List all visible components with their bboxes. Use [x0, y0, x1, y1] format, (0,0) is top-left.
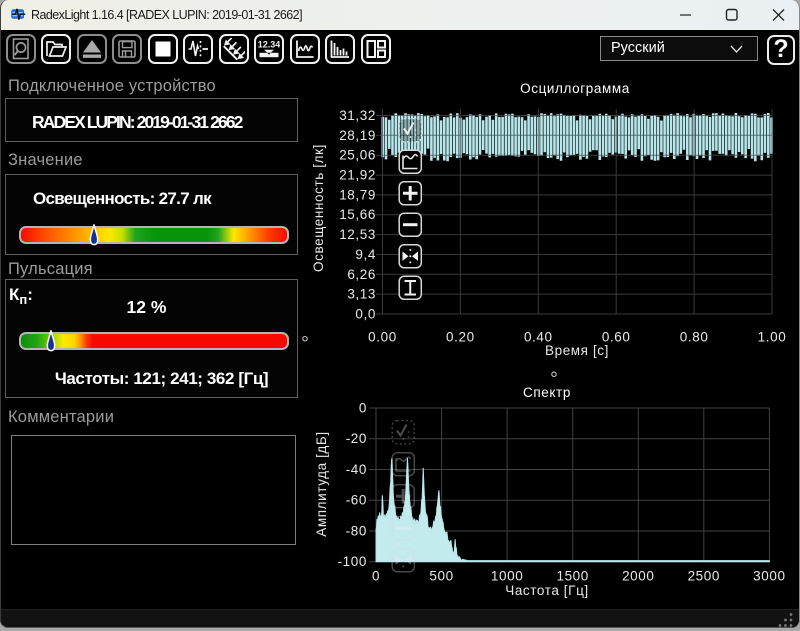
svg-text:21,92: 21,92 [339, 168, 376, 183]
svg-text:-100: -100 [338, 554, 367, 569]
svg-text:-20: -20 [346, 431, 367, 446]
svg-text:Осциллограмма: Осциллограмма [520, 81, 630, 96]
svg-text:-40: -40 [346, 462, 367, 477]
svg-text:Время [с]: Время [с] [545, 343, 609, 358]
svg-text:0,0: 0,0 [355, 307, 376, 322]
svg-text:1500: 1500 [556, 569, 588, 584]
svg-text:0.20: 0.20 [446, 330, 475, 345]
svg-text:28,19: 28,19 [339, 128, 376, 143]
svg-text:Частота [Гц]: Частота [Гц] [505, 583, 589, 598]
svg-text:31,32: 31,32 [339, 108, 376, 123]
svg-text:-60: -60 [346, 493, 367, 508]
svg-text:3,13: 3,13 [347, 287, 376, 302]
svg-text:Освещенность [лк]: Освещенность [лк] [311, 144, 326, 272]
svg-text:500: 500 [429, 569, 453, 584]
svg-text:6,26: 6,26 [347, 267, 376, 282]
svg-text:3000: 3000 [753, 569, 785, 584]
svg-text:15,66: 15,66 [339, 207, 376, 222]
svg-text:12,53: 12,53 [339, 227, 376, 242]
svg-text:1000: 1000 [491, 569, 523, 584]
svg-text:0: 0 [372, 569, 380, 584]
svg-text:2500: 2500 [688, 569, 720, 584]
svg-text:1.00: 1.00 [758, 330, 787, 345]
svg-text:25,06: 25,06 [339, 148, 376, 163]
svg-text:Спектр: Спектр [523, 385, 571, 400]
svg-text:2000: 2000 [622, 569, 654, 584]
svg-text:0: 0 [359, 401, 367, 416]
svg-text:0.00: 0.00 [368, 330, 397, 345]
svg-text:-80: -80 [346, 524, 367, 539]
svg-text:Амплитуда [дБ]: Амплитуда [дБ] [314, 431, 329, 536]
svg-text:0.80: 0.80 [680, 330, 709, 345]
svg-text:9,4: 9,4 [355, 247, 376, 262]
svg-text:18,79: 18,79 [339, 187, 376, 202]
